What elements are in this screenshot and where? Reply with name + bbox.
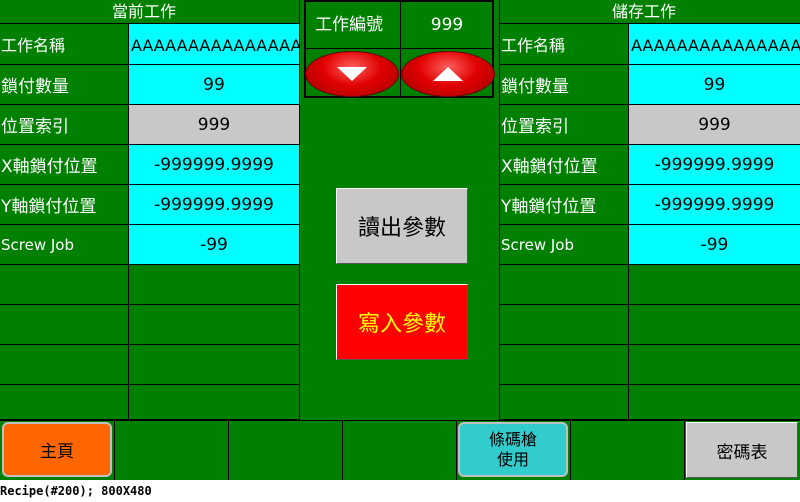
- job-number-label: 工作編號: [315, 15, 383, 35]
- left-position-index-label: 位置索引: [1, 117, 69, 137]
- left-position-index-value: 999: [129, 105, 299, 144]
- left-screw-count-value[interactable]: 99: [129, 65, 299, 104]
- left-screw-job-value[interactable]: -99: [129, 225, 299, 264]
- read-parameters-label: 讀出參數: [357, 216, 446, 241]
- right-position-index-label: 位置索引: [501, 117, 569, 137]
- job-up-button[interactable]: [401, 51, 495, 97]
- left-job-name-label: 工作名稱: [1, 36, 66, 55]
- home-button-label: 主頁: [40, 442, 74, 462]
- job-number-value[interactable]: 999: [402, 2, 492, 48]
- arrow-down-icon: [337, 67, 367, 81]
- left-x-position-value[interactable]: -999999.9999: [129, 145, 299, 184]
- barcode-scanner-label-1: 條碼槍: [488, 429, 537, 449]
- right-x-position-label: X軸鎖付位置: [501, 157, 598, 177]
- right-job-name-value: AAAAAAAAAAAAAAAAAAAA: [629, 24, 800, 64]
- right-panel-title: 儲存工作: [612, 2, 677, 21]
- left-x-position-label: X軸鎖付位置: [1, 157, 98, 177]
- right-screw-count-value: 99: [629, 65, 800, 104]
- hmi-screen: 當前工作 工作名稱 AAAAAAAAAAAAAAAAAAAA 鎖付數量 99 位…: [0, 0, 800, 480]
- right-screw-job-value: -99: [629, 225, 800, 264]
- write-parameters-button[interactable]: 寫入參數: [336, 284, 468, 360]
- right-screw-count-label: 鎖付數量: [501, 77, 569, 97]
- right-x-position-value: -999999.9999: [629, 145, 800, 184]
- left-screw-job-label: Screw Job: [1, 235, 74, 254]
- left-job-name-value[interactable]: AAAAAAAAAAAAAAAAAAAA: [129, 24, 299, 64]
- read-parameters-button[interactable]: 讀出參數: [336, 188, 468, 264]
- right-y-position-value: -999999.9999: [629, 185, 800, 224]
- left-y-position-value[interactable]: -999999.9999: [129, 185, 299, 224]
- job-down-button[interactable]: [305, 51, 399, 97]
- left-y-position-label: Y軸鎖付位置: [1, 197, 97, 217]
- arrow-up-icon: [433, 67, 463, 81]
- password-table-label: 密碼表: [716, 442, 768, 463]
- home-button[interactable]: 主頁: [2, 422, 112, 477]
- left-screw-count-label: 鎖付數量: [1, 77, 69, 97]
- right-screw-job-label: Screw Job: [501, 235, 574, 254]
- left-panel-title: 當前工作: [112, 2, 177, 21]
- right-job-name-label: 工作名稱: [501, 36, 566, 55]
- screen-info-footer: Recipe(#200); 800X480: [0, 484, 152, 498]
- right-y-position-label: Y軸鎖付位置: [501, 197, 597, 217]
- password-table-button[interactable]: 密碼表: [686, 422, 798, 478]
- barcode-scanner-label-2: 使用: [496, 449, 529, 469]
- right-position-index-value: 999: [629, 105, 800, 144]
- barcode-scanner-button[interactable]: 條碼槍 使用: [458, 422, 568, 477]
- write-parameters-label: 寫入參數: [357, 312, 446, 337]
